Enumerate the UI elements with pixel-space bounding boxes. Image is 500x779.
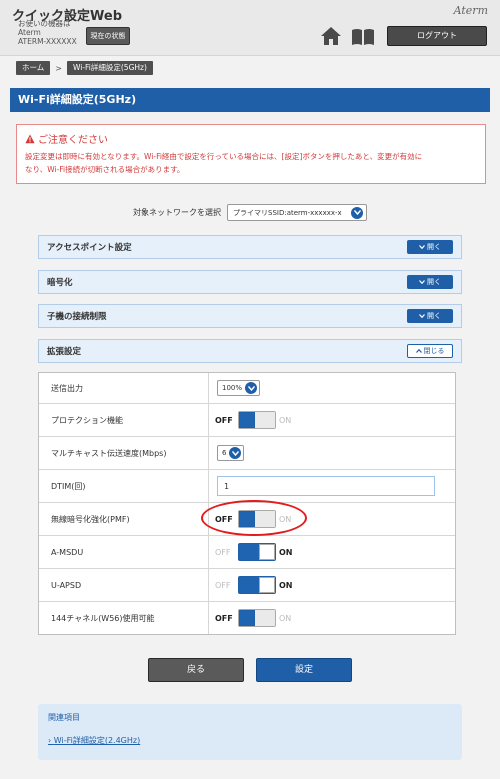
network-select[interactable]: プライマリSSID:aterm-xxxxxx-x xyxy=(227,204,367,221)
toggle-on-label: ON xyxy=(279,415,292,425)
toggle-off-label: OFF xyxy=(215,415,233,425)
warning-icon xyxy=(25,134,35,143)
chevron-down-icon xyxy=(351,206,363,219)
setting-value: 100% xyxy=(209,373,455,403)
toggle-on-label: ON xyxy=(279,613,292,623)
setting-label: 無線暗号化強化(PMF) xyxy=(39,503,209,535)
page-title: Wi-Fi詳細設定(5GHz) xyxy=(10,88,490,112)
collapse-button[interactable]: 閉じる xyxy=(407,344,453,358)
ch144-toggle-group: OFF ON xyxy=(215,609,299,627)
setting-row-dtim: DTIM(回) 1 xyxy=(39,470,455,503)
breadcrumb-separator: > xyxy=(55,63,62,73)
toggle-on-label: ON xyxy=(279,580,293,590)
dtim-input[interactable]: 1 xyxy=(217,476,435,496)
chevron-down-icon xyxy=(419,314,425,318)
caution-title: ご注意ください xyxy=(38,135,108,146)
setting-label: DTIM(回) xyxy=(39,470,209,502)
current-status-button[interactable]: 現在の状態 xyxy=(86,27,130,45)
setting-label: 送信出力 xyxy=(39,373,209,403)
chevron-down-icon xyxy=(419,245,425,249)
setting-row-tx-power: 送信出力 100% xyxy=(39,373,455,404)
breadcrumb-home[interactable]: ホーム xyxy=(16,61,51,75)
caution-line: 設定変更は即時に有効となります。Wi-Fi経由で設定を行っている場合には、[設定… xyxy=(25,152,423,161)
expand-label: 開く xyxy=(427,312,441,320)
highlight-ellipse xyxy=(201,500,307,536)
device-id: ATERM-XXXXXX xyxy=(18,37,77,46)
section-title: アクセスポイント設定 xyxy=(47,243,132,253)
uapsd-toggle-group: OFF ON xyxy=(215,576,299,594)
tx-power-value: 100% xyxy=(222,384,243,392)
expand-button[interactable]: 開く xyxy=(407,275,453,289)
network-select-row: 対象ネットワークを選択 プライマリSSID:aterm-xxxxxx-x xyxy=(0,204,500,221)
brand-logo: Aterm xyxy=(453,4,488,17)
section-connection-limit[interactable]: 子機の接続制限 開く xyxy=(38,304,462,328)
amsdu-toggle[interactable] xyxy=(238,543,276,561)
toggle-off-label: OFF xyxy=(215,580,231,590)
device-model: Aterm xyxy=(18,28,41,37)
protection-toggle[interactable] xyxy=(238,411,276,429)
caution-box: ご注意ください 設定変更は即時に有効となります。Wi-Fi経由で設定を行っている… xyxy=(16,124,486,184)
setting-row-protection: プロテクション機能 OFF ON xyxy=(39,404,455,437)
expand-label: 開く xyxy=(427,243,441,251)
section-title: 子機の接続制限 xyxy=(47,312,107,322)
setting-row-ch144: 144チャネル(W56)使用可能 OFF ON xyxy=(39,602,455,634)
section-title: 拡張設定 xyxy=(47,347,82,357)
collapse-label: 閉じる xyxy=(423,347,445,355)
setting-value: 1 xyxy=(209,470,455,502)
expand-label: 開く xyxy=(427,278,441,286)
tx-power-select[interactable]: 100% xyxy=(217,380,261,396)
section-access-point[interactable]: アクセスポイント設定 開く xyxy=(38,235,462,259)
multicast-select[interactable]: 6 xyxy=(217,445,245,461)
chevron-down-icon xyxy=(229,447,242,459)
setting-row-amsdu: A-MSDU OFF ON xyxy=(39,536,455,569)
back-button[interactable]: 戻る xyxy=(148,658,244,682)
expand-button[interactable]: 開く xyxy=(407,240,453,254)
related-link-label: Wi-Fi詳細設定(2.4GHz) xyxy=(53,736,141,745)
device-label: お使いの機器は xyxy=(18,19,71,28)
book-icon[interactable] xyxy=(351,28,375,46)
logout-button[interactable]: ログアウト xyxy=(387,26,487,46)
toggle-off-label: OFF xyxy=(215,613,233,623)
setting-row-uapsd: U-APSD OFF ON xyxy=(39,569,455,602)
expand-button[interactable]: 開く xyxy=(407,309,453,323)
amsdu-toggle-group: OFF ON xyxy=(215,543,299,561)
uapsd-toggle[interactable] xyxy=(238,576,276,594)
section-encryption[interactable]: 暗号化 開く xyxy=(38,270,462,294)
related-link[interactable]: › Wi-Fi詳細設定(2.4GHz) xyxy=(48,735,452,746)
protection-toggle-group: OFF ON xyxy=(215,411,299,429)
breadcrumb: ホーム > Wi-Fi詳細設定(5GHz) xyxy=(16,61,153,75)
setting-value: OFF ON xyxy=(209,404,455,436)
setting-value: OFF ON xyxy=(209,536,455,568)
section-extended[interactable]: 拡張設定 閉じる xyxy=(38,339,462,363)
home-icon[interactable] xyxy=(320,26,342,46)
chevron-down-icon xyxy=(245,382,258,394)
caution-header: ご注意ください xyxy=(25,131,477,146)
related-title: 関連項目 xyxy=(48,713,80,722)
setting-label: U-APSD xyxy=(39,569,209,601)
related-items: 関連項目 › Wi-Fi詳細設定(2.4GHz) xyxy=(38,704,462,760)
setting-value: OFF ON xyxy=(209,602,455,634)
network-select-label: 対象ネットワークを選択 xyxy=(133,208,221,217)
chevron-up-icon xyxy=(415,349,422,353)
ch144-toggle[interactable] xyxy=(238,609,276,627)
section-title: 暗号化 xyxy=(47,278,73,288)
apply-button[interactable]: 設定 xyxy=(256,658,352,682)
setting-row-multicast: マルチキャスト伝送速度(Mbps) 6 xyxy=(39,437,455,470)
setting-label: プロテクション機能 xyxy=(39,404,209,436)
setting-value: OFF ON xyxy=(209,569,455,601)
setting-label: A-MSDU xyxy=(39,536,209,568)
setting-label: 144チャネル(W56)使用可能 xyxy=(39,602,209,634)
setting-label: マルチキャスト伝送速度(Mbps) xyxy=(39,437,209,469)
toggle-on-label: ON xyxy=(279,547,293,557)
caution-text: 設定変更は即時に有効となります。Wi-Fi経由で設定を行っている場合には、[設定… xyxy=(25,150,477,176)
breadcrumb-current: Wi-Fi詳細設定(5GHz) xyxy=(66,61,153,75)
toggle-off-label: OFF xyxy=(215,547,231,557)
header: クイック設定Web お使いの機器は Aterm ATERM-XXXXXX 現在の… xyxy=(0,0,500,56)
chevron-down-icon xyxy=(419,280,425,284)
caution-line: なり、Wi-Fi接続が切断される場合があります。 xyxy=(25,165,185,174)
network-select-value: プライマリSSID:aterm-xxxxxx-x xyxy=(233,208,342,217)
multicast-value: 6 xyxy=(222,449,227,457)
setting-value: 6 xyxy=(209,437,455,469)
